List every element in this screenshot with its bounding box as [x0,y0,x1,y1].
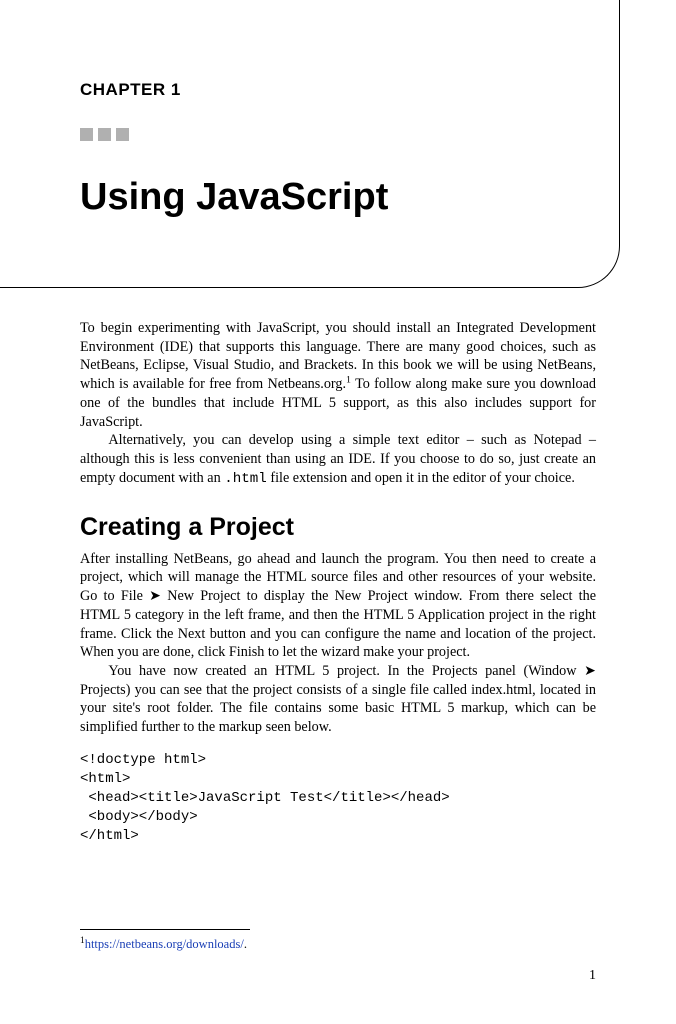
inline-code: .html [224,471,267,487]
chapter-label: CHAPTER 1 [80,80,596,100]
decorative-squares [80,128,596,146]
section-block: After installing NetBeans, go ahead and … [80,550,596,737]
square-icon [116,128,129,141]
square-icon [80,128,93,141]
section-heading: Creating a Project [80,513,596,542]
code-block: <!doctype html> <html> <head><title>Java… [80,751,596,845]
page-number: 1 [589,968,596,984]
menu-arrow-icon: ➤ [584,663,596,679]
text: Projects) you can see that the project c… [80,682,596,735]
footnote: 1https://netbeans.org/downloads/. [80,936,596,952]
text: You have now created an HTML 5 project. … [108,663,584,679]
footnote-rule [80,929,250,930]
square-icon [98,128,111,141]
paragraph: Alternatively, you can develop using a s… [80,431,596,488]
menu-arrow-icon: ➤ [149,588,161,604]
footnote-area: 1https://netbeans.org/downloads/. [80,929,596,952]
text: . [244,937,247,951]
intro-block: To begin experimenting with JavaScript, … [80,319,596,489]
text: file extension and open it in the editor… [267,470,575,486]
page: CHAPTER 1 Using JavaScript To begin expe… [0,0,676,1024]
chapter-title: Using JavaScript [80,176,596,219]
footnote-link[interactable]: https://netbeans.org/downloads/ [85,937,244,951]
paragraph: To begin experimenting with JavaScript, … [80,319,596,431]
paragraph: After installing NetBeans, go ahead and … [80,550,596,662]
paragraph: You have now created an HTML 5 project. … [80,662,596,737]
